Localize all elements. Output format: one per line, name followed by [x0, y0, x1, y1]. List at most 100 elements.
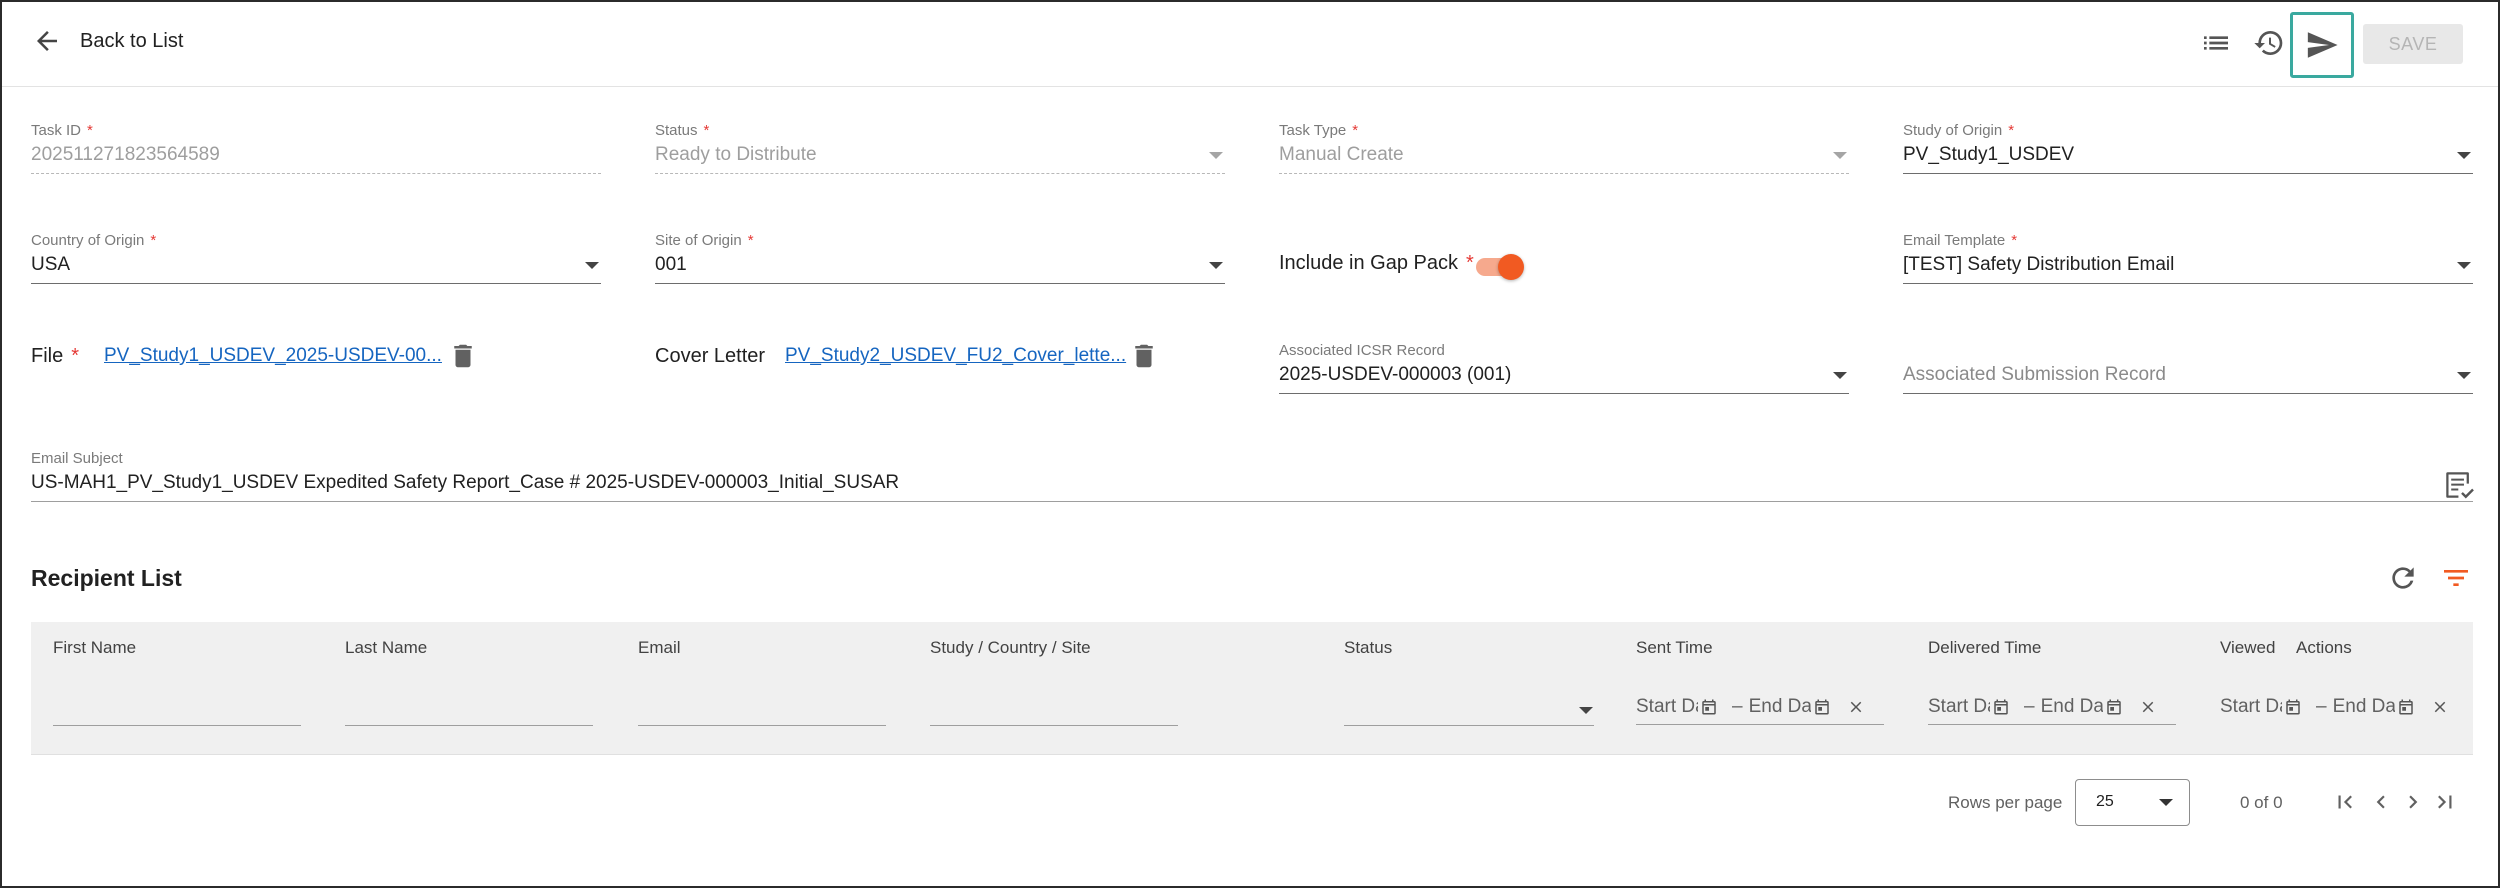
- refresh-icon[interactable]: [2387, 562, 2419, 594]
- email-subject-label: Email Subject: [31, 450, 123, 467]
- study-of-origin-value: PV_Study1_USDEV: [1903, 144, 2075, 165]
- chevron-down-icon[interactable]: [1579, 707, 1593, 714]
- col-study-country-site[interactable]: Study / Country / Site: [930, 638, 1091, 658]
- file-label: File *: [31, 345, 80, 367]
- viewed-start-date-input[interactable]: Start Date: [2220, 696, 2282, 718]
- email-subject-value: US-MAH1_PV_Study1_USDEV Expedited Safety…: [31, 472, 900, 493]
- list-icon: [2204, 36, 2228, 50]
- clear-icon[interactable]: [2139, 698, 2157, 716]
- col-delivered-time[interactable]: Delivered Time: [1928, 638, 2041, 658]
- task-id-value: 202511271823564589: [31, 144, 220, 165]
- col-status[interactable]: Status: [1344, 638, 1392, 658]
- next-page-icon[interactable]: [2400, 789, 2426, 815]
- calendar-icon[interactable]: [2105, 698, 2123, 716]
- save-button[interactable]: SAVE: [2363, 24, 2463, 64]
- study-of-origin-select[interactable]: Study of Origin * PV_Study1_USDEV: [1903, 122, 2473, 174]
- rows-per-page-value: 25: [2096, 793, 2114, 810]
- rows-per-page-label: Rows per page: [1948, 793, 2063, 812]
- history-icon: [2254, 31, 2283, 56]
- calendar-icon[interactable]: [1992, 698, 2010, 716]
- calendar-icon[interactable]: [1813, 698, 1831, 716]
- chevron-down-icon[interactable]: [1833, 372, 1847, 379]
- viewed-end-date-input[interactable]: End Date: [2333, 696, 2395, 718]
- recipient-list-title: Recipient List: [31, 565, 182, 591]
- country-of-origin-label: Country of Origin: [31, 232, 145, 249]
- gap-pack-label: Include in Gap Pack *: [1279, 252, 1474, 274]
- back-to-list-button[interactable]: Back to List: [32, 26, 183, 56]
- chevron-down-icon[interactable]: [1209, 262, 1223, 269]
- list-view-button[interactable]: [2197, 24, 2235, 62]
- calendar-icon[interactable]: [2284, 698, 2302, 716]
- task-type-label: Task Type: [1279, 122, 1347, 139]
- delivered-time-filter: Start Date – End Date: [1928, 696, 2157, 718]
- send-button[interactable]: [2290, 12, 2354, 78]
- chevron-down-icon[interactable]: [585, 262, 599, 269]
- country-of-origin-value: USA: [31, 254, 71, 275]
- chevron-down-icon[interactable]: [2457, 372, 2471, 379]
- associated-icsr-value: 2025-USDEV-000003 (001): [1279, 364, 1512, 385]
- clear-icon[interactable]: [2431, 698, 2449, 716]
- email-template-value: [TEST] Safety Distribution Email: [1903, 254, 2175, 275]
- delete-file-icon[interactable]: [448, 341, 478, 371]
- study-of-origin-label: Study of Origin: [1903, 122, 2003, 139]
- email-filter-input[interactable]: [638, 724, 886, 726]
- back-to-list-label: Back to List: [80, 29, 184, 52]
- col-actions: Actions: [2296, 638, 2352, 657]
- col-email[interactable]: Email: [638, 638, 681, 658]
- study-country-site-filter-input[interactable]: [930, 724, 1178, 726]
- page-range-text: 0 of 0: [2240, 793, 2283, 812]
- status-label: Status: [655, 122, 698, 139]
- chevron-down-icon[interactable]: [2457, 262, 2471, 269]
- first-page-icon[interactable]: [2332, 789, 2358, 815]
- previous-page-icon[interactable]: [2368, 789, 2394, 815]
- col-first-name[interactable]: First Name: [53, 638, 136, 658]
- task-id-label: Task ID: [31, 122, 82, 139]
- site-of-origin-select[interactable]: Site of Origin * 001: [655, 232, 1225, 284]
- sent-time-filter: Start Date – End Date: [1636, 696, 1865, 718]
- associated-submission-placeholder: Associated Submission Record: [1903, 364, 2166, 385]
- col-viewed[interactable]: Viewed: [2220, 638, 2275, 658]
- status-filter-select[interactable]: [1344, 724, 1594, 726]
- chevron-down-icon: [1833, 152, 1847, 159]
- spellcheck-icon[interactable]: [2442, 468, 2476, 502]
- arrow-left-icon: [37, 31, 57, 51]
- email-template-label: Email Template: [1903, 232, 2006, 249]
- delivered-start-date-input[interactable]: Start Date: [1928, 696, 1990, 718]
- email-template-select[interactable]: Email Template * [TEST] Safety Distributi…: [1903, 232, 2473, 284]
- calendar-icon[interactable]: [1700, 698, 1718, 716]
- sent-end-date-input[interactable]: End Date: [1749, 696, 1811, 718]
- task-id-field: Task ID * 202511271823564589: [31, 122, 601, 174]
- task-type-value: Manual Create: [1279, 144, 1404, 165]
- site-of-origin-value: 001: [655, 254, 687, 275]
- status-select: Status * Ready to Distribute: [655, 122, 1225, 174]
- filter-icon[interactable]: [2439, 562, 2473, 594]
- rows-per-page-select[interactable]: 25: [2075, 779, 2190, 826]
- email-subject-field[interactable]: Email Subject US-MAH1_PV_Study1_USDEV Ex…: [31, 450, 2473, 502]
- status-value: Ready to Distribute: [655, 144, 817, 165]
- associated-icsr-select[interactable]: Associated ICSR Record 2025-USDEV-000003…: [1279, 342, 1849, 394]
- last-page-icon[interactable]: [2432, 789, 2458, 815]
- sent-start-date-input[interactable]: Start Date: [1636, 696, 1698, 718]
- cover-letter-link[interactable]: PV_Study2_USDEV_FU2_Cover_lette...: [785, 345, 1126, 367]
- delete-cover-letter-icon[interactable]: [1129, 341, 1159, 371]
- last-name-filter-input[interactable]: [345, 724, 593, 726]
- first-name-filter-input[interactable]: [53, 724, 301, 726]
- chevron-down-icon: [2159, 799, 2173, 806]
- site-of-origin-label: Site of Origin: [655, 232, 742, 249]
- app-window: Back to List SAVE Task ID * 2025112718235…: [0, 0, 2500, 888]
- col-last-name[interactable]: Last Name: [345, 638, 427, 658]
- task-type-select: Task Type * Manual Create: [1279, 122, 1849, 174]
- file-link[interactable]: PV_Study1_USDEV_2025-USDEV-00...: [104, 345, 442, 367]
- gap-pack-toggle[interactable]: [1476, 252, 1526, 280]
- history-button[interactable]: [2250, 24, 2288, 62]
- col-sent-time[interactable]: Sent Time: [1636, 638, 1713, 658]
- delivered-end-date-input[interactable]: End Date: [2041, 696, 2103, 718]
- top-bar: Back to List SAVE: [2, 2, 2498, 87]
- country-of-origin-select[interactable]: Country of Origin * USA: [31, 232, 601, 284]
- chevron-down-icon[interactable]: [2457, 152, 2471, 159]
- clear-icon[interactable]: [1847, 698, 1865, 716]
- calendar-icon[interactable]: [2397, 698, 2415, 716]
- associated-submission-select[interactable]: Associated Submission Record: [1903, 342, 2473, 394]
- associated-icsr-label: Associated ICSR Record: [1279, 342, 1445, 359]
- viewed-time-filter: Start Date – End Date: [2220, 696, 2449, 718]
